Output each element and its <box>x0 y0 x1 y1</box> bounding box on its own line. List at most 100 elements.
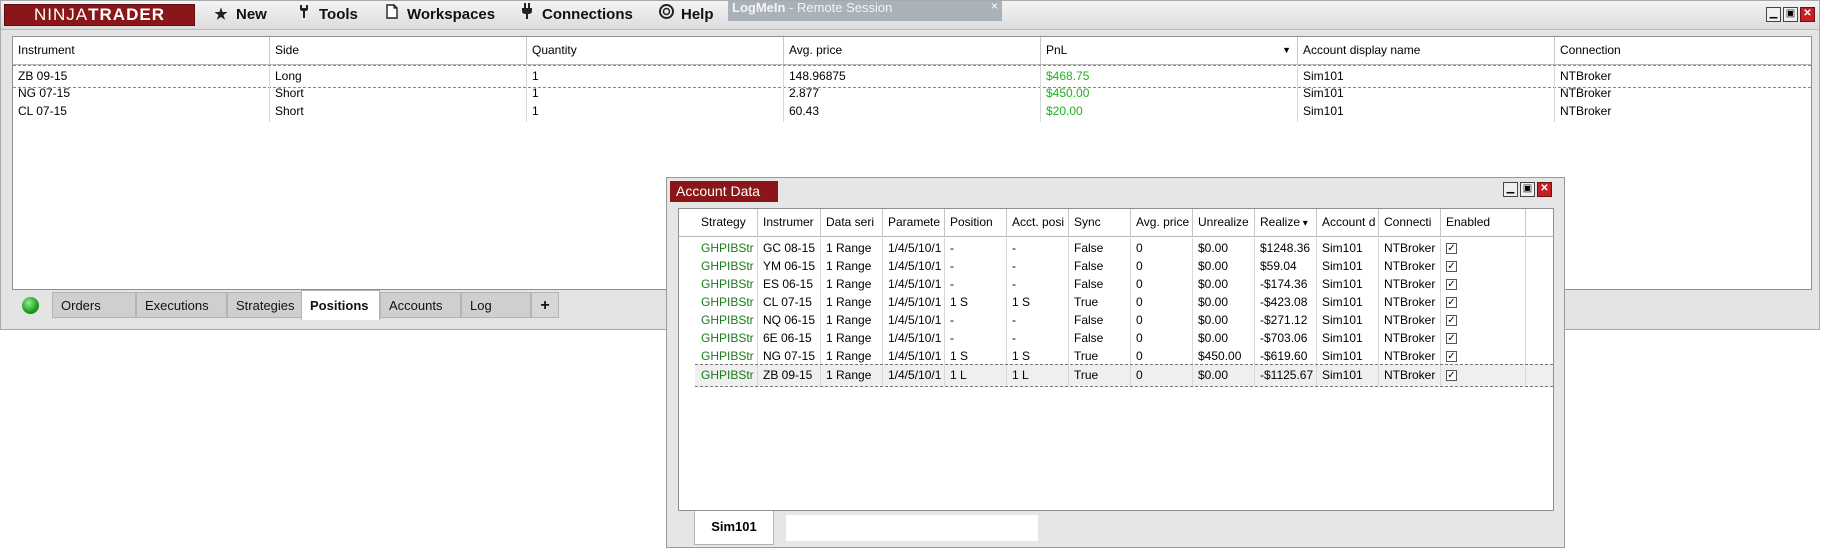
enabled-checkbox-icon[interactable]: ✓ <box>1446 279 1457 291</box>
account-data-cell-position: 1 L <box>945 365 1007 386</box>
column-header-pnl[interactable]: PnL ▼ <box>1041 37 1298 64</box>
column-header-connection-label: Connecti <box>1384 215 1432 229</box>
menu-workspaces[interactable]: Workspaces <box>383 1 495 29</box>
add-tab-button[interactable]: + <box>531 292 559 318</box>
account-data-cell-sync: True <box>1069 365 1131 386</box>
column-header-connection[interactable]: Connecti <box>1379 209 1441 236</box>
document-icon <box>383 1 401 29</box>
column-header-connection[interactable]: Connection <box>1555 37 1811 64</box>
tab-executions[interactable]: Executions <box>136 292 227 318</box>
account-data-cell-strategy: GHPIBStr <box>695 365 758 386</box>
account-data-cell-avg-price: 0 <box>1131 365 1193 386</box>
menu-new[interactable]: ★ New <box>212 1 267 29</box>
column-header-strategy[interactable]: Strategy <box>679 209 758 236</box>
column-header-realized[interactable]: Realize ▾ <box>1255 209 1317 236</box>
positions-cell-instrument: CL 07-15 <box>13 101 270 122</box>
column-header-data-series[interactable]: Data seri <box>821 209 883 236</box>
ninjatrader-logo: NINJATRADER <box>4 4 195 26</box>
account-data-cell-unrealized: $0.00 <box>1193 365 1255 386</box>
tab-strategies[interactable]: Strategies <box>227 292 312 318</box>
maximize-icon[interactable]: ▣ <box>1783 7 1798 22</box>
column-header-realized-label: Realize <box>1260 215 1301 229</box>
account-tab-strip: Sim101 <box>678 511 1554 545</box>
enabled-checkbox-icon[interactable]: ✓ <box>1446 351 1457 363</box>
column-header-instrument-label: Instrumer <box>763 215 814 229</box>
minimize-icon[interactable]: ▁ <box>1766 7 1781 22</box>
logo-ninja-text: NINJA <box>34 5 89 24</box>
tab-orders[interactable]: Orders <box>52 292 136 318</box>
column-header-pnl-label: PnL <box>1046 43 1068 57</box>
enabled-checkbox-icon[interactable]: ✓ <box>1446 315 1457 327</box>
menu-connections[interactable]: Connections <box>518 1 633 29</box>
column-header-acct-position-label: Acct. posi <box>1012 215 1065 229</box>
account-data-cell-enabled[interactable]: ✓ <box>1441 365 1526 386</box>
enabled-checkbox-icon[interactable]: ✓ <box>1446 370 1457 382</box>
logmein-session-banner: LogMeIn - Remote Session × <box>728 0 1002 21</box>
column-header-account-label: Account d <box>1322 215 1376 229</box>
close-icon[interactable]: ✕ <box>1537 182 1552 197</box>
account-data-window-controls: ▁ ▣ ✕ <box>1503 182 1552 197</box>
tab-accounts[interactable]: Accounts <box>380 292 461 318</box>
column-header-sync-label: Sync <box>1074 215 1101 229</box>
positions-cell-connection: NTBroker <box>1560 104 1612 118</box>
menu-tools[interactable]: Tools <box>295 1 358 29</box>
column-header-quantity[interactable]: Quantity <box>527 37 784 64</box>
wrench-icon <box>295 1 313 29</box>
close-icon[interactable]: ✕ <box>1800 7 1815 22</box>
account-data-cell-account: Sim101 <box>1317 365 1379 386</box>
positions-cell-side: Short <box>270 101 527 122</box>
sort-descending-icon: ▼ <box>1282 45 1291 55</box>
enabled-checkbox-icon[interactable]: ✓ <box>1446 297 1457 309</box>
account-data-cell-data-series: 1 Range <box>821 365 883 386</box>
menu-tools-label: Tools <box>319 6 358 23</box>
enabled-checkbox-icon[interactable]: ✓ <box>1446 333 1457 345</box>
column-header-sync[interactable]: Sync <box>1069 209 1131 236</box>
account-data-cell-realized: -$1125.67 <box>1255 365 1317 386</box>
column-header-strategy-label: Strategy <box>701 215 746 229</box>
column-header-avg-price[interactable]: Avg. price <box>1131 209 1193 236</box>
account-data-cell-connection: NTBroker <box>1379 365 1441 386</box>
column-header-acct-position[interactable]: Acct. posi <box>1007 209 1069 236</box>
minimize-icon[interactable]: ▁ <box>1503 182 1518 197</box>
account-data-header-row: Strategy Instrumer Data seri Paramete Positi… <box>679 209 1553 237</box>
account-tab-empty-area <box>786 515 1038 541</box>
column-header-parameters[interactable]: Paramete <box>883 209 945 236</box>
menu-connections-label: Connections <box>542 6 633 23</box>
enabled-checkbox-icon[interactable]: ✓ <box>1446 261 1457 273</box>
column-header-data-series-label: Data seri <box>826 215 875 229</box>
connection-status-icon <box>22 297 39 314</box>
positions-cell-quantity: 1 <box>527 101 784 122</box>
menu-bar: NINJATRADER ★ New Tools Workspaces Connec… <box>1 0 1819 30</box>
account-data-row[interactable]: GHPIBStr ZB 09-15 1 Range 1/4/5/10/1 1 L1 LT… <box>695 364 1553 387</box>
account-data-cell-parameters: 1/4/5/10/1 <box>883 365 945 386</box>
menu-help[interactable]: Help <box>657 1 714 29</box>
tab-sim101[interactable]: Sim101 <box>694 511 774 545</box>
column-header-position[interactable]: Position <box>945 209 1007 236</box>
tab-log[interactable]: Log <box>461 292 531 318</box>
column-header-unrealized-label: Unrealize <box>1198 215 1249 229</box>
window-controls: ▁ ▣ ✕ <box>1766 7 1815 22</box>
logmein-brand: LogMeIn <box>732 0 786 15</box>
menu-workspaces-label: Workspaces <box>407 6 496 23</box>
positions-cell-pnl: $20.00 <box>1041 101 1298 122</box>
tab-positions[interactable]: Positions <box>301 290 380 320</box>
enabled-checkbox-icon[interactable]: ✓ <box>1446 243 1457 255</box>
column-header-account[interactable]: Account d <box>1317 209 1379 236</box>
sort-descending-icon: ▾ <box>1300 218 1308 229</box>
column-header-unrealized[interactable]: Unrealize <box>1193 209 1255 236</box>
positions-cell-avg-price: 60.43 <box>784 101 1041 122</box>
column-header-instrument[interactable]: Instrument <box>13 37 270 64</box>
column-header-account-display-name[interactable]: Account display name <box>1298 37 1555 64</box>
positions-row[interactable]: CL 07-15 Short 1 60.43 $20.00 Sim101 NTBroker <box>13 101 1811 122</box>
maximize-icon[interactable]: ▣ <box>1520 182 1535 197</box>
column-header-enabled-label: Enabled <box>1446 215 1491 229</box>
column-header-instrument[interactable]: Instrumer <box>758 209 821 236</box>
account-data-window: Account Data ▁ ▣ ✕ Strategy Instrumer Data… <box>666 177 1565 548</box>
account-data-title: Account Data <box>670 181 778 202</box>
logo-trader-text: TRADER <box>88 5 165 24</box>
column-header-enabled[interactable]: Enabled <box>1441 209 1526 236</box>
column-header-side[interactable]: Side <box>270 37 527 64</box>
column-header-avg-price[interactable]: Avg. price <box>784 37 1041 64</box>
logmein-close-icon[interactable]: × <box>991 0 998 13</box>
column-header-parameters-label: Paramete <box>888 215 941 229</box>
